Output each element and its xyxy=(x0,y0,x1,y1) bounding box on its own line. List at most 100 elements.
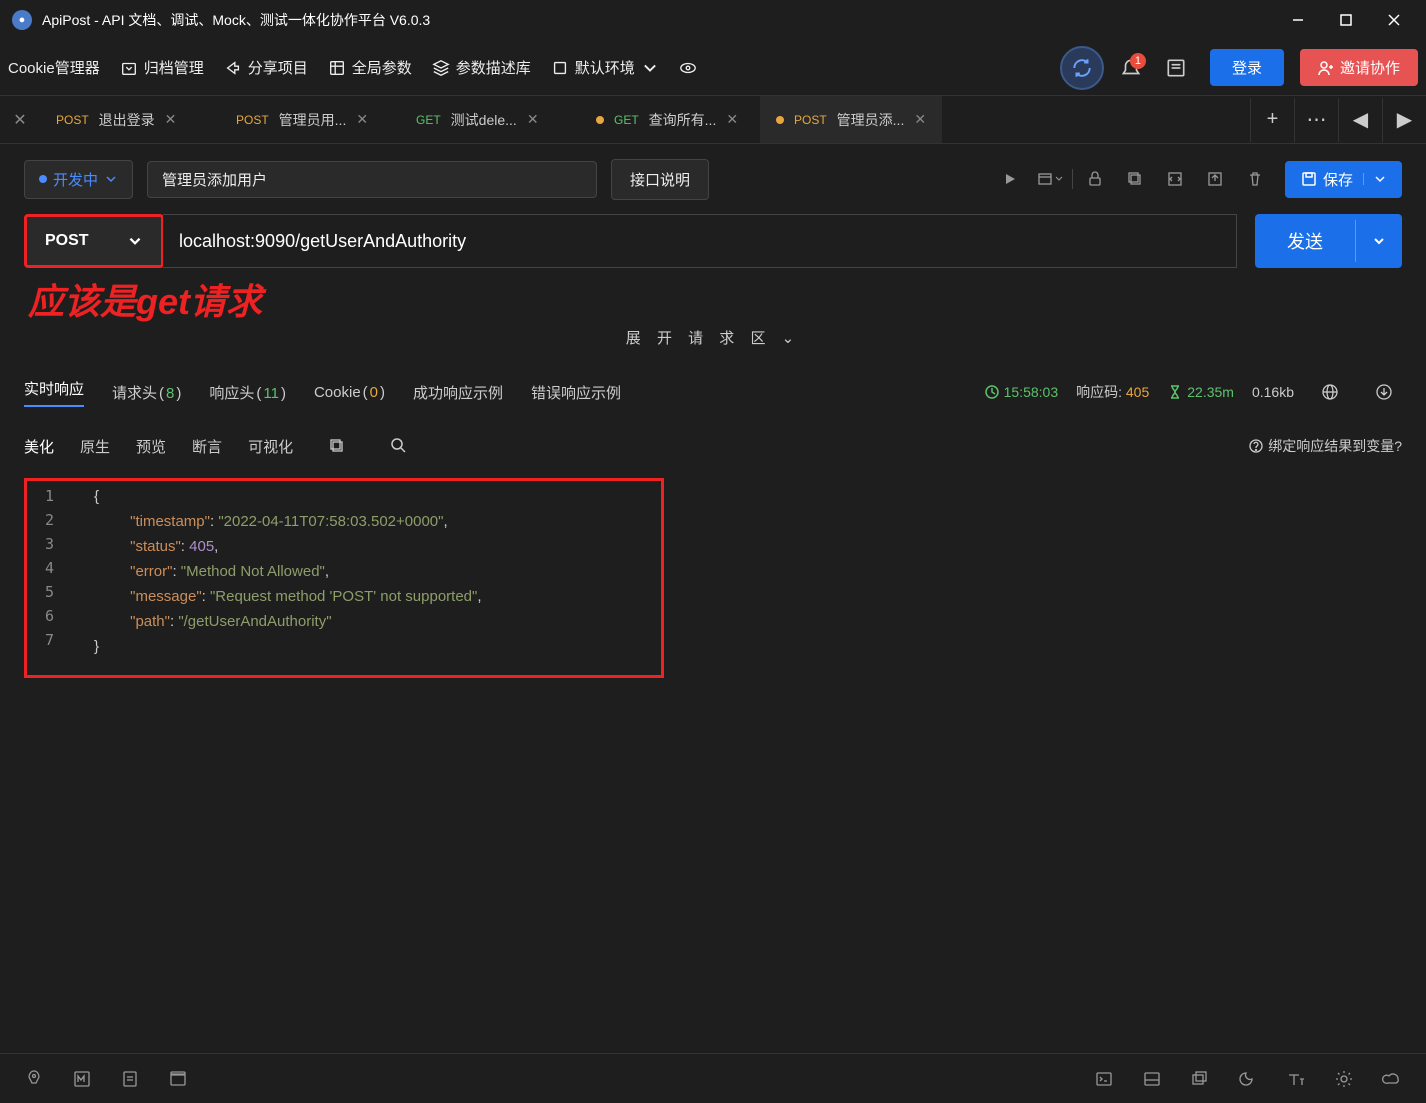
api-description-button[interactable]: 接口说明 xyxy=(611,159,709,200)
next-tab-button[interactable]: ▶ xyxy=(1382,98,1426,142)
code-gen-icon[interactable] xyxy=(1157,161,1193,197)
globe-icon[interactable] xyxy=(1312,374,1348,410)
history-icon[interactable] xyxy=(168,1069,188,1089)
global-params-button[interactable]: 全局参数 xyxy=(328,57,412,78)
env-dropdown[interactable]: 默认环境 xyxy=(551,57,659,78)
share-label: 分享项目 xyxy=(248,57,308,78)
doc-icon[interactable] xyxy=(120,1069,140,1089)
prev-tab-button[interactable]: ◀ xyxy=(1338,98,1382,142)
run-icon[interactable] xyxy=(992,161,1028,197)
dirty-dot-icon xyxy=(596,116,604,124)
tab-label: 测试dele... xyxy=(451,110,517,130)
delete-icon[interactable] xyxy=(1237,161,1273,197)
minimize-button[interactable] xyxy=(1286,8,1310,32)
notification-badge: 1 xyxy=(1130,53,1146,69)
response-duration: 22.35m xyxy=(1167,384,1234,400)
theme-icon[interactable] xyxy=(1238,1069,1258,1089)
save-dropdown[interactable] xyxy=(1363,173,1386,185)
param-lib-button[interactable]: 参数描述库 xyxy=(432,57,531,78)
close-tab-button[interactable]: ✕ xyxy=(914,111,926,128)
close-tab-button[interactable]: ✕ xyxy=(165,111,177,128)
http-method-select[interactable]: POST xyxy=(24,214,164,268)
share-button[interactable]: 分享项目 xyxy=(224,57,308,78)
notifications-button[interactable]: 1 xyxy=(1120,57,1142,79)
api-status-label: 开发中 xyxy=(53,169,98,190)
maximize-button[interactable] xyxy=(1334,8,1358,32)
expand-request-area[interactable]: 展 开 请 求 区 ⌄ xyxy=(0,323,1426,364)
lock-icon[interactable] xyxy=(1077,161,1113,197)
tab-request-headers[interactable]: 请求头(8) xyxy=(112,382,181,403)
help-icon xyxy=(1248,438,1264,454)
status-dot-icon xyxy=(39,175,47,183)
api-status-dropdown[interactable]: 开发中 xyxy=(24,160,133,199)
login-button[interactable]: 登录 xyxy=(1210,49,1284,86)
tab-realtime-response[interactable]: 实时响应 xyxy=(24,378,84,407)
response-subtabs: 美化 原生 预览 断言 可视化 绑定响应结果到变量? xyxy=(0,420,1426,472)
subtab-raw[interactable]: 原生 xyxy=(80,436,110,457)
subtab-beautify[interactable]: 美化 xyxy=(24,436,54,457)
note-button[interactable] xyxy=(1158,50,1194,86)
tab-1[interactable]: POST管理员用...✕ xyxy=(220,96,400,143)
bind-variable-button[interactable]: 绑定响应结果到变量? xyxy=(1248,436,1402,456)
tab-label: 管理员用... xyxy=(279,110,347,130)
download-icon[interactable] xyxy=(1366,374,1402,410)
tab-method: GET xyxy=(614,113,639,127)
tab-3[interactable]: GET查询所有...✕ xyxy=(580,96,760,143)
copy-icon[interactable] xyxy=(1117,161,1153,197)
settings-icon[interactable] xyxy=(1334,1069,1354,1089)
tab-0[interactable]: POST退出登录✕ xyxy=(40,96,220,143)
subtab-preview[interactable]: 预览 xyxy=(136,436,166,457)
tab-method: POST xyxy=(794,113,827,127)
terminal-icon[interactable] xyxy=(1094,1069,1114,1089)
export-icon[interactable] xyxy=(1197,161,1233,197)
cookie-manager-button[interactable]: Cookie管理器 xyxy=(8,57,100,78)
archive-button[interactable]: 归档管理 xyxy=(120,57,204,78)
save-icon xyxy=(1301,171,1317,187)
more-tabs-button[interactable]: ⋯ xyxy=(1294,98,1338,142)
tab-cookie[interactable]: Cookie(0) xyxy=(314,384,385,401)
subtab-assert[interactable]: 断言 xyxy=(192,436,222,457)
windows-icon[interactable] xyxy=(1190,1069,1210,1089)
panel-icon[interactable] xyxy=(1142,1069,1162,1089)
global-params-label: 全局参数 xyxy=(352,57,412,78)
tab-2[interactable]: GET测试dele...✕ xyxy=(400,96,580,143)
close-tab-button[interactable]: ✕ xyxy=(726,111,738,128)
double-chevron-down-icon: ⌄ xyxy=(782,330,801,347)
new-tab-button[interactable]: + xyxy=(1250,98,1294,142)
url-input[interactable] xyxy=(163,214,1237,268)
rocket-icon[interactable] xyxy=(24,1069,44,1089)
param-lib-label: 参数描述库 xyxy=(456,57,531,78)
close-window-button[interactable] xyxy=(1382,8,1406,32)
tab-label: 退出登录 xyxy=(99,110,155,130)
tab-label: 管理员添... xyxy=(837,110,905,130)
cloud-icon[interactable] xyxy=(1382,1069,1402,1089)
tab-error-example[interactable]: 错误响应示例 xyxy=(531,382,621,403)
chevron-down-icon xyxy=(127,233,143,249)
send-dropdown[interactable] xyxy=(1355,220,1402,262)
user-plus-icon xyxy=(1318,60,1334,76)
close-tab-button[interactable]: ✕ xyxy=(527,111,539,128)
main-toolbar: Cookie管理器 归档管理 分享项目 全局参数 参数描述库 默认环境 1 登录… xyxy=(0,40,1426,96)
hourglass-icon xyxy=(1167,384,1183,400)
response-code: 响应码: 405 xyxy=(1076,382,1149,402)
font-size-icon[interactable] xyxy=(1286,1069,1306,1089)
subtab-visualize[interactable]: 可视化 xyxy=(248,436,293,457)
api-header: 开发中 接口说明 保存 xyxy=(0,144,1426,214)
save-button[interactable]: 保存 xyxy=(1285,161,1402,198)
invite-button[interactable]: 邀请协作 xyxy=(1300,49,1418,86)
format-icon[interactable] xyxy=(1032,161,1068,197)
search-response-icon[interactable] xyxy=(381,428,417,464)
sync-button[interactable] xyxy=(1060,46,1104,90)
copy-response-icon[interactable] xyxy=(319,428,355,464)
preview-toggle[interactable] xyxy=(679,59,697,77)
tab-success-example[interactable]: 成功响应示例 xyxy=(413,382,503,403)
mock-icon[interactable] xyxy=(72,1069,92,1089)
close-all-tabs-button[interactable]: ✕ xyxy=(0,96,40,143)
env-label: 默认环境 xyxy=(575,57,635,78)
close-tab-button[interactable]: ✕ xyxy=(356,111,368,128)
tab-response-headers[interactable]: 响应头(11) xyxy=(209,382,286,403)
response-body[interactable]: 1234567 { "timestamp": "2022-04-11T07:58… xyxy=(24,478,1402,665)
tab-4[interactable]: POST 管理员添... ✕ xyxy=(760,96,942,143)
send-button[interactable]: 发送 xyxy=(1255,214,1402,268)
api-name-input[interactable] xyxy=(147,161,597,198)
